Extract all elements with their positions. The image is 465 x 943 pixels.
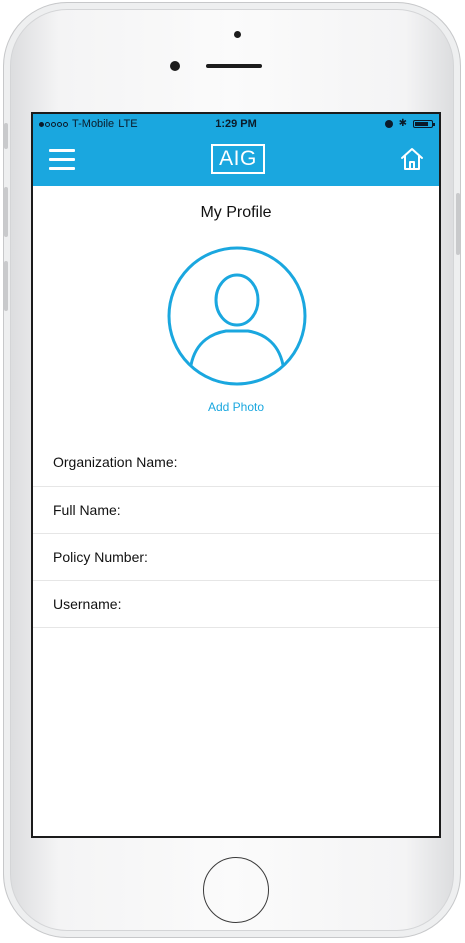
field-policy-number[interactable]: Policy Number: [33,534,439,581]
status-bar: T-Mobile LTE 1:29 PM ✱ [33,114,439,134]
earpiece-speaker [206,64,262,68]
app-bar: AIG [33,134,439,186]
home-icon[interactable] [399,146,425,172]
add-photo-link[interactable]: Add Photo [33,400,439,414]
profile-field-list: Organization Name: Full Name: Policy Num… [33,437,439,628]
proximity-sensor [234,31,241,38]
front-camera [170,61,180,71]
field-organization-name[interactable]: Organization Name: [33,437,439,487]
hamburger-menu-icon[interactable] [49,149,75,171]
home-hardware-button[interactable] [203,857,269,923]
aig-logo: AIG [211,144,265,174]
alarm-icon [384,119,393,128]
mute-switch [4,123,8,149]
bluetooth-icon: ✱ [398,118,407,129]
status-time: 1:29 PM [215,118,257,130]
user-avatar-icon[interactable] [166,245,308,387]
battery-icon [413,119,435,128]
status-right: ✱ [384,118,435,129]
screen: T-Mobile LTE 1:29 PM ✱ AIG My Profile Ad… [31,112,441,838]
page-title: My Profile [200,204,272,221]
power-button [456,193,460,255]
volume-down-button [4,261,8,311]
field-full-name[interactable]: Full Name: [33,487,439,534]
volume-up-button [4,187,8,237]
field-username[interactable]: Username: [33,581,439,628]
